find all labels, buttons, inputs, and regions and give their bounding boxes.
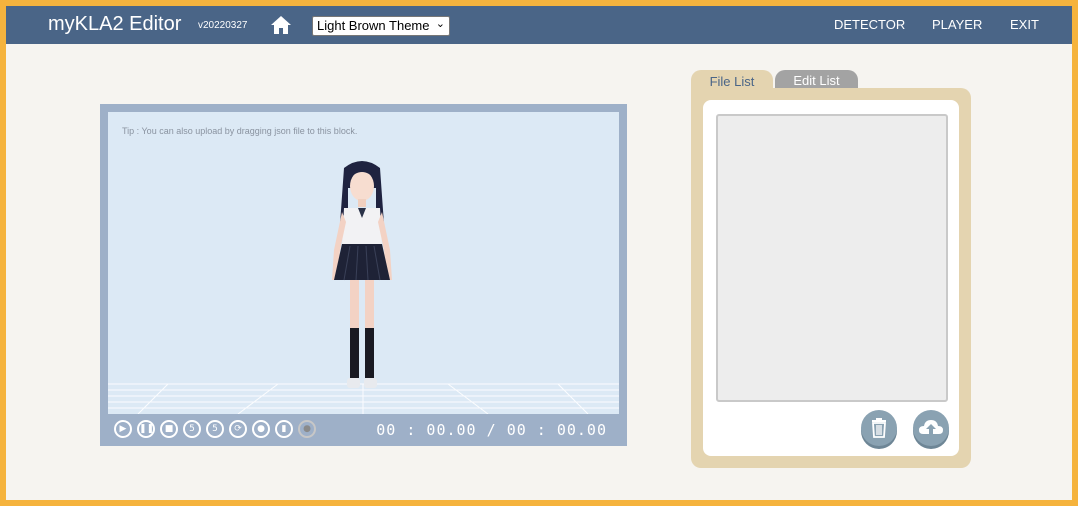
top-bar: myKLA2 Editor v20220327 Light Brown Them… [6,6,1072,44]
bookmark-icon[interactable]: ▮ [275,420,293,438]
microphone-icon[interactable]: ● [252,420,270,438]
forward-5-icon[interactable]: 5 [206,420,224,438]
list-panel-inner [703,100,959,456]
rewind-5-icon[interactable]: 5 [183,420,201,438]
loop-icon[interactable]: ⟳ [229,420,247,438]
trash-icon [872,418,886,438]
theme-select-value: Light Brown Theme [317,18,430,33]
nav-player[interactable]: PLAYER [932,17,982,32]
app-version: v20220327 [198,20,248,31]
playback-controls: ▶ ❚❚ ■ 5 5 ⟳ ● ▮ ● 00 : 00.00 / 00 : 00.… [108,416,619,442]
time-total: 00 : 00.00 [506,421,607,439]
stop-icon[interactable]: ■ [160,420,178,438]
time-separator: / [486,421,497,439]
record-icon[interactable]: ● [298,420,316,438]
list-panel [691,88,971,468]
upload-tip: Tip : You can also upload by dragging js… [122,126,358,136]
app-frame: myKLA2 Editor v20220327 Light Brown Them… [6,6,1072,500]
play-icon[interactable]: ▶ [114,420,132,438]
time-display: 00 : 00.00 / 00 : 00.00 [376,421,607,439]
avatar-model [332,161,392,388]
viewer-panel: Tip : You can also upload by dragging js… [100,104,627,446]
upload-drop-zone[interactable]: Tip : You can also upload by dragging js… [108,112,619,414]
time-current: 00 : 00.00 [376,421,477,439]
theme-select[interactable]: Light Brown Theme ⌄ [312,16,450,36]
trash-button[interactable] [861,410,897,446]
upload-button[interactable] [913,410,949,446]
cloud-upload-icon [919,420,943,434]
app-title: myKLA2 Editor [48,13,182,35]
home-icon[interactable] [270,14,292,36]
nav-detector[interactable]: DETECTOR [834,17,905,32]
pause-icon[interactable]: ❚❚ [137,420,155,438]
chevron-down-icon: ⌄ [435,18,445,30]
nav-exit[interactable]: EXIT [1010,17,1039,32]
file-list-box[interactable] [716,114,948,402]
